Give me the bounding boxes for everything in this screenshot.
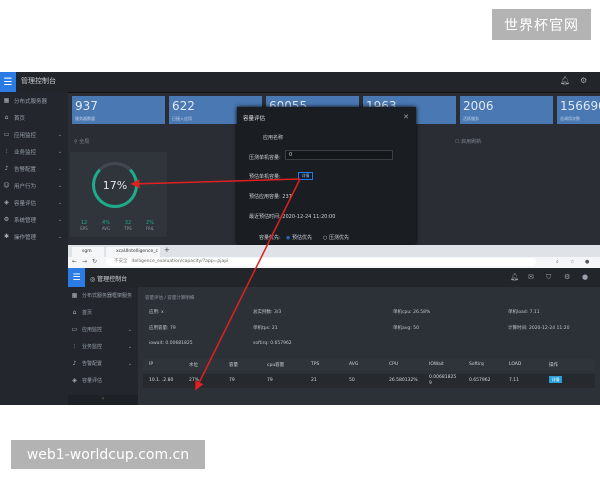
arrow-to-table xyxy=(195,178,301,391)
annotation-arrows xyxy=(130,178,301,391)
watermark-bottom: web1-worldcup.com.cn xyxy=(11,440,205,469)
arrow-to-gauge xyxy=(130,178,301,189)
screenshot-area: ☰ 管理控制台 🔔︎ ⚙ ▦ 分布式服务器 ⌂ 首页 ▭ 应用监控 ⌄ ⫶ 业务监控 ⌄ ♪… xyxy=(0,72,600,405)
watermark-top: 世界杯官网 xyxy=(492,9,591,40)
